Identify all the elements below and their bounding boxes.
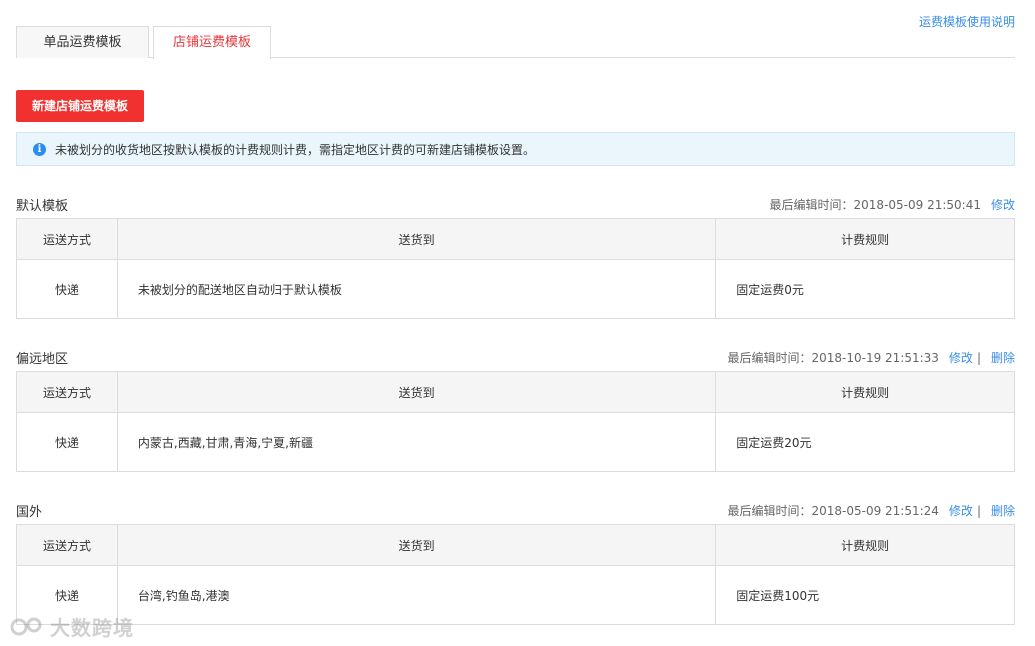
watermark-text: 大数跨境 — [50, 616, 134, 640]
header-rule: 计费规则 — [715, 371, 1015, 413]
info-notice: i 未被划分的收货地区按默认模板的计费规则计费，需指定地区计费的可新建店铺模板设… — [16, 132, 1015, 166]
edit-link[interactable]: 修改 — [991, 196, 1015, 213]
watermark: 大数跨境 — [10, 612, 134, 641]
link-separator: | — [976, 503, 981, 518]
cell-destination: 内蒙古,西藏,甘肃,青海,宁夏,新疆 — [116, 412, 717, 472]
last-edit-time: 最后编辑时间：2018-10-19 21:51:33 — [727, 351, 939, 365]
delete-link[interactable]: 删除 — [991, 502, 1015, 519]
header-destination: 送货到 — [116, 371, 717, 413]
edit-link[interactable]: 修改 — [949, 349, 973, 366]
shipping-table: 运送方式 送货到 计费规则 快递 内蒙古,西藏,甘肃,青海,宁夏,新疆 固定运费… — [16, 371, 1015, 472]
section-title: 国外 — [16, 505, 43, 520]
cell-method: 快递 — [16, 412, 118, 472]
cell-destination: 台湾,钓鱼岛,港澳 — [116, 565, 717, 625]
cell-destination: 未被划分的配送地区自动归于默认模板 — [116, 259, 717, 319]
tab-store-template[interactable]: 店铺运费模板 — [153, 26, 271, 59]
header-rule: 计费规则 — [715, 524, 1015, 566]
shipping-table: 运送方式 送货到 计费规则 快递 未被划分的配送地区自动归于默认模板 固定运费0… — [16, 218, 1015, 319]
header-destination: 送货到 — [116, 524, 717, 566]
section-title: 默认模板 — [16, 199, 69, 214]
watermark-logo-icon — [10, 617, 42, 635]
table-row: 快递 内蒙古,西藏,甘肃,青海,宁夏,新疆 固定运费20元 — [16, 412, 1015, 472]
header-rule: 计费规则 — [715, 218, 1015, 260]
edit-link[interactable]: 修改 — [949, 502, 973, 519]
cell-rule: 固定运费20元 — [715, 412, 1015, 472]
section-title: 偏远地区 — [16, 352, 69, 367]
header-method: 运送方式 — [16, 371, 118, 413]
header-destination: 送货到 — [116, 218, 717, 260]
tab-bar: 单品运费模板 店铺运费模板 — [16, 26, 1015, 59]
notice-text: 未被划分的收货地区按默认模板的计费规则计费，需指定地区计费的可新建店铺模板设置。 — [55, 142, 536, 157]
tab-single-product-template[interactable]: 单品运费模板 — [16, 26, 149, 58]
last-edit-time: 最后编辑时间：2018-05-09 21:51:24 — [727, 504, 939, 518]
template-section-overseas: 国外 最后编辑时间：2018-05-09 21:51:24 修改 | 删除 运送… — [16, 499, 1015, 625]
table-row: 快递 台湾,钓鱼岛,港澳 固定运费100元 — [16, 565, 1015, 625]
header-method: 运送方式 — [16, 218, 118, 260]
shipping-table: 运送方式 送货到 计费规则 快递 台湾,钓鱼岛,港澳 固定运费100元 — [16, 524, 1015, 625]
header-method: 运送方式 — [16, 524, 118, 566]
new-store-template-button[interactable]: 新建店铺运费模板 — [16, 90, 144, 122]
delete-link[interactable]: 删除 — [991, 349, 1015, 366]
cell-rule: 固定运费100元 — [715, 565, 1015, 625]
info-icon: i — [33, 142, 46, 156]
template-section-remote: 偏远地区 最后编辑时间：2018-10-19 21:51:33 修改 | 删除 … — [16, 346, 1015, 472]
cell-rule: 固定运费0元 — [715, 259, 1015, 319]
last-edit-time: 最后编辑时间：2018-05-09 21:50:41 — [769, 198, 981, 212]
table-row: 快递 未被划分的配送地区自动归于默认模板 固定运费0元 — [16, 259, 1015, 319]
template-section-default: 默认模板 最后编辑时间：2018-05-09 21:50:41 修改 运送方式 … — [16, 193, 1015, 319]
link-separator: | — [976, 350, 981, 365]
cell-method: 快递 — [16, 259, 118, 319]
